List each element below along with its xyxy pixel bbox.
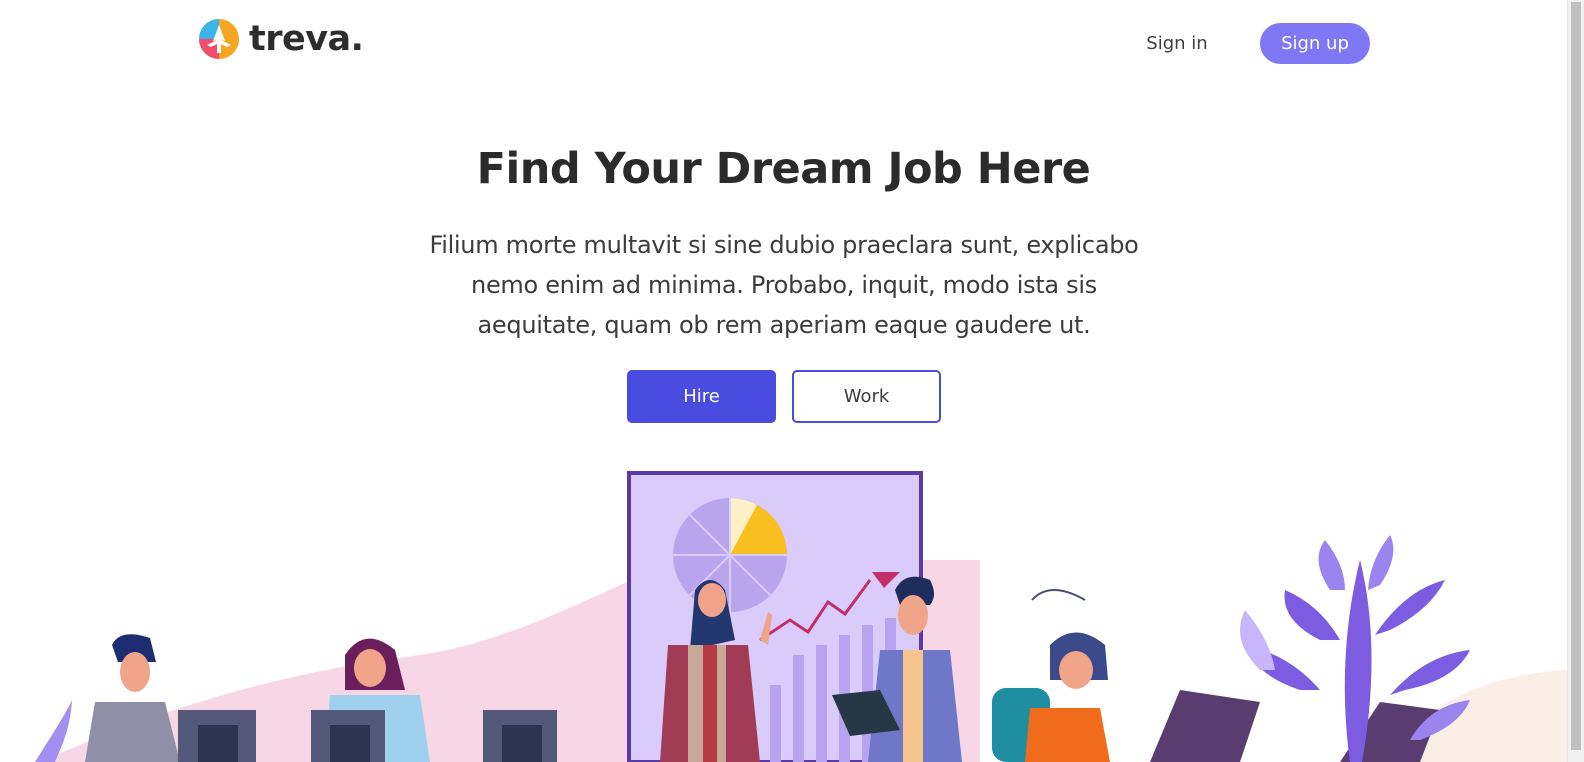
treva-logo-icon [197,17,247,61]
work-button[interactable]: Work [792,370,941,423]
hero-title: Find Your Dream Job Here [476,144,1091,194]
hero-description-line: Filium morte multavit si sine dubio prae… [429,231,1139,259]
hero-description-line: aequitate, quam ob rem aperiam eaque gau… [477,311,1091,339]
hire-button[interactable]: Hire [627,370,776,423]
navbar: treva. Sign in Sign up [0,0,1567,90]
pie-chart-graphic [673,498,787,612]
hero-description: Filium morte multavit si sine dubio prae… [380,225,1188,345]
brand-name: treva. [249,18,364,59]
hero-illustration [0,440,1567,762]
woman-at-desk-graphic [992,589,1440,762]
plant-graphic [1240,535,1470,762]
sign-up-button[interactable]: Sign up [1260,23,1370,64]
hero-description-line: nemo enim ad minima. Probabo, inquit, mo… [471,271,1097,299]
page-scrollbar[interactable] [1567,0,1584,762]
scrollbar-thumb[interactable] [1571,2,1581,750]
brand-logo[interactable]: treva. [197,16,364,62]
sign-in-button[interactable]: Sign in [1134,28,1220,58]
